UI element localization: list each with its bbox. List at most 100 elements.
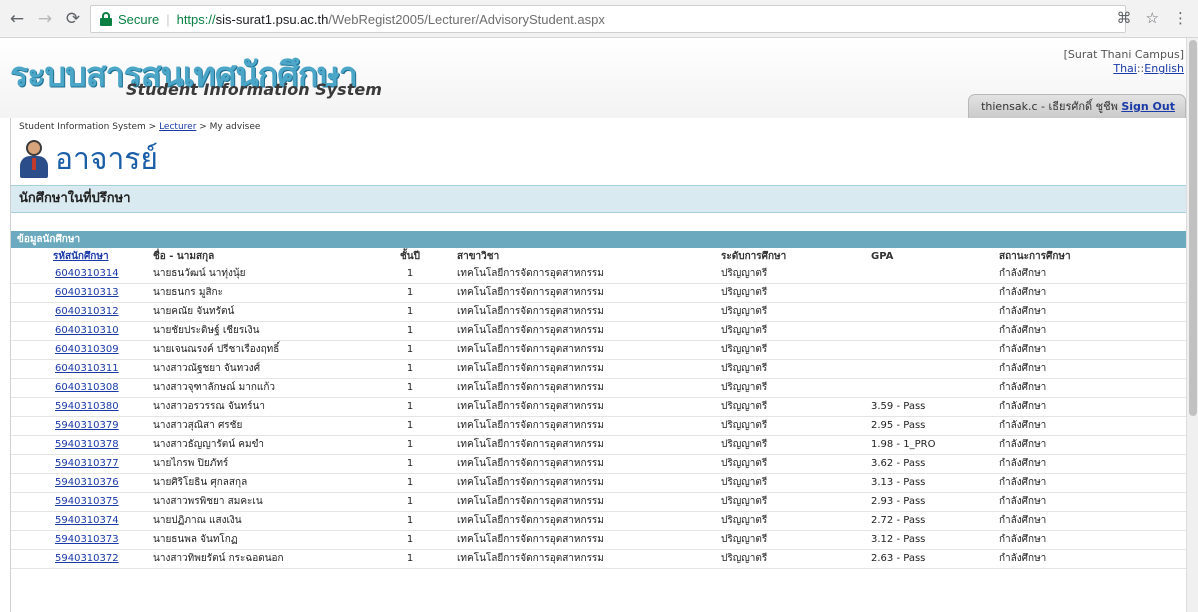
level-cell: ปริญญาตรี [721, 435, 871, 455]
year-cell: 1 [381, 340, 439, 360]
student-id-cell: 6040310311 [11, 359, 141, 379]
user-name: thiensak.c - เธียรศักดิ์ ชูชีพ [981, 100, 1118, 113]
column-header-name: ชื่อ - นามสกุล [153, 250, 215, 262]
major-cell: เทคโนโลยีการจัดการอุตสาหกรรม [439, 492, 721, 512]
student-id-link[interactable]: 6040310309 [55, 344, 119, 355]
table-row: 6040310310 นายชัยประดิษฐ์ เชียรเงิน 1 เทคโน… [11, 321, 1187, 341]
student-id-link[interactable]: 5940310375 [55, 496, 119, 507]
gpa-cell: 3.62 - Pass [871, 454, 999, 474]
level-cell: ปริญญาตรี [721, 359, 871, 379]
level-cell: ปริญญาตรี [721, 492, 871, 512]
status-cell: กำลังศึกษา [999, 454, 1187, 474]
status-cell: กำลังศึกษา [999, 549, 1187, 569]
lang-thai-link[interactable]: Thai [1113, 62, 1137, 75]
url-host: sis-surat1.psu.ac.th [215, 11, 329, 27]
table-row: 5940310372 นางสาวทิพยรัตน์ กระฉอดนอก 1 เทคโ… [11, 549, 1187, 569]
scrollbar-thumb[interactable] [1189, 40, 1197, 416]
student-id-cell: 5940310377 [11, 454, 141, 474]
campus-label: [Surat Thani Campus] [1063, 48, 1184, 61]
student-name-cell: นายชัยประดิษฐ์ เชียรเงิน [141, 321, 381, 341]
student-id-link[interactable]: 6040310310 [55, 325, 119, 336]
level-cell: ปริญญาตรี [721, 454, 871, 474]
column-header-gpa: GPA [871, 250, 894, 262]
page-scrollbar[interactable] [1186, 38, 1198, 612]
student-id-link[interactable]: 5940310378 [55, 439, 119, 450]
year-cell: 1 [381, 530, 439, 550]
student-id-link[interactable]: 5940310376 [55, 477, 119, 488]
student-name-cell: นางสาวณัฐชยา จันทวงศ์ [141, 359, 381, 379]
student-name-cell: นายศิริโยธิน ศุกลสกุล [141, 473, 381, 493]
student-id-link[interactable]: 5940310373 [55, 534, 119, 545]
student-name-cell: นายปฏิภาณ แสงเงิน [141, 511, 381, 531]
table-row: 5940310378 นางสาวธัญญารัตน์ คมขำ 1 เทคโนโลย… [11, 435, 1187, 455]
logo-english: Student Information System [126, 80, 382, 99]
bookmark-star-icon[interactable]: ☆ [1146, 9, 1159, 27]
student-id-link[interactable]: 6040310311 [55, 363, 119, 374]
advisee-table: รหัสนักศึกษา ชื่อ - นามสกุล ชั้นปี สาขาว… [11, 248, 1187, 569]
student-name-cell: นายธนกร มูสิกะ [141, 283, 381, 303]
major-cell: เทคโนโลยีการจัดการอุตสาหกรรม [439, 530, 721, 550]
url-scheme: https:// [176, 11, 216, 27]
reload-icon[interactable]: ⟳ [62, 8, 84, 30]
browser-toolbar: ← → ⟳ Secure | https:// sis-surat1.psu.a… [0, 0, 1198, 38]
status-cell: กำลังศึกษา [999, 378, 1187, 398]
student-id-cell: 6040310314 [11, 264, 141, 284]
column-header-major: สาขาวิชา [457, 250, 500, 262]
status-cell: กำลังศึกษา [999, 416, 1187, 436]
level-cell: ปริญญาตรี [721, 264, 871, 284]
breadcrumb-lecturer-link[interactable]: Lecturer [159, 122, 196, 132]
back-icon[interactable]: ← [6, 8, 28, 30]
student-id-cell: 5940310375 [11, 492, 141, 512]
table-row: 5940310375 นางสาวพรพิชยา สมคะเน 1 เทคโนโลยี… [11, 492, 1187, 512]
student-name-cell: นางสาวจุฑาลักษณ์ มากแก้ว [141, 378, 381, 398]
student-id-link[interactable]: 6040310308 [55, 382, 119, 393]
major-cell: เทคโนโลยีการจัดการอุตสาหกรรม [439, 435, 721, 455]
student-id-link[interactable]: 5940310374 [55, 515, 119, 526]
data-panel-title: ข้อมูลนักศึกษา [11, 231, 1187, 248]
forward-icon[interactable]: → [34, 8, 56, 30]
content-frame: Student Information System > Lecturer > … [10, 118, 1188, 612]
student-id-cell: 6040310312 [11, 302, 141, 322]
table-row: 6040310311 นางสาวณัฐชยา จันทวงศ์ 1 เทคโนโลย… [11, 359, 1187, 379]
student-id-link[interactable]: 6040310314 [55, 268, 119, 279]
sign-out-link[interactable]: Sign Out [1121, 100, 1175, 113]
status-cell: กำลังศึกษา [999, 492, 1187, 512]
table-row: 6040310309 นายเจนณรงค์ ปรีชาเรืองฤทธิ์ 1 เท… [11, 340, 1187, 360]
lock-icon [99, 12, 113, 26]
student-id-link[interactable]: 6040310312 [55, 306, 119, 317]
menu-icon[interactable]: ⋮ [1173, 9, 1188, 27]
gpa-cell [871, 378, 999, 398]
lang-english-link[interactable]: English [1144, 62, 1184, 75]
student-id-link[interactable]: 5940310377 [55, 458, 119, 469]
status-cell: กำลังศึกษา [999, 302, 1187, 322]
student-id-link[interactable]: 5940310380 [55, 401, 119, 412]
major-cell: เทคโนโลยีการจัดการอุตสาหกรรม [439, 473, 721, 493]
status-cell: กำลังศึกษา [999, 397, 1187, 417]
status-cell: กำลังศึกษา [999, 473, 1187, 493]
table-row: 5940310377 นายไกรพ ปิยภัทร์ 1 เทคโนโลยีการจ… [11, 454, 1187, 474]
major-cell: เทคโนโลยีการจัดการอุตสาหกรรม [439, 340, 721, 360]
level-cell: ปริญญาตรี [721, 340, 871, 360]
status-cell: กำลังศึกษา [999, 435, 1187, 455]
student-id-link[interactable]: 5940310379 [55, 420, 119, 431]
student-id-link[interactable]: 6040310313 [55, 287, 119, 298]
level-cell: ปริญญาตรี [721, 473, 871, 493]
student-id-cell: 5940310380 [11, 397, 141, 417]
breadcrumb-current: My advisee [209, 122, 261, 132]
year-cell: 1 [381, 302, 439, 322]
lecturer-icon [19, 140, 49, 178]
student-id-link[interactable]: 5940310372 [55, 553, 119, 564]
address-bar[interactable]: Secure | https:// sis-surat1.psu.ac.th /… [90, 5, 1126, 33]
table-row: 5940310379 นางสาวสุณิสา ศรชัย 1 เทคโนโลยีกา… [11, 416, 1187, 436]
column-header-student-id[interactable]: รหัสนักศึกษา [11, 248, 141, 264]
major-cell: เทคโนโลยีการจัดการอุตสาหกรรม [439, 378, 721, 398]
level-cell: ปริญญาตรี [721, 397, 871, 417]
translate-icon[interactable]: ⌘ [1117, 9, 1132, 27]
level-cell: ปริญญาตรี [721, 511, 871, 531]
student-id-cell: 5940310372 [11, 549, 141, 569]
major-cell: เทคโนโลยีการจัดการอุตสาหกรรม [439, 359, 721, 379]
campus-info: [Surat Thani Campus] Thai::English [1064, 48, 1184, 76]
gpa-cell: 3.13 - Pass [871, 473, 999, 493]
address-separator: | [166, 11, 170, 27]
table-row: 6040310314 นายธนวัฒน์ นาทุ่งนุ้ย 1 เทคโนโลย… [11, 264, 1187, 284]
